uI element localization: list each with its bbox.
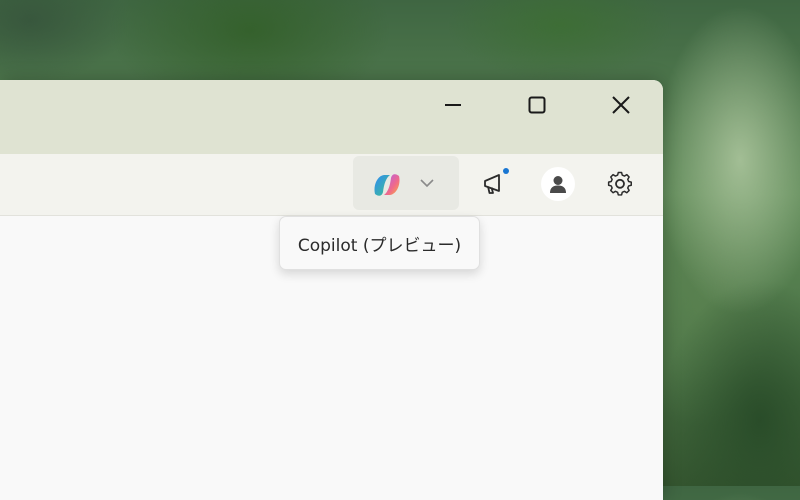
- avatar: [541, 167, 575, 201]
- maximize-icon: [528, 96, 546, 114]
- app-window: [0, 80, 663, 500]
- settings-button[interactable]: [600, 166, 640, 202]
- megaphone-icon: [484, 174, 500, 194]
- close-button[interactable]: [579, 80, 663, 130]
- maximize-button[interactable]: [495, 80, 579, 130]
- toolbar: [0, 154, 663, 216]
- notification-dot: [503, 168, 509, 174]
- person-icon: [550, 176, 566, 193]
- gear-icon: [607, 171, 632, 196]
- account-button[interactable]: [538, 166, 578, 202]
- copilot-button[interactable]: [353, 156, 459, 210]
- minimize-icon: [445, 104, 461, 106]
- copilot-logo-icon: [374, 174, 400, 196]
- title-bar: [0, 80, 663, 154]
- close-icon: [612, 96, 630, 114]
- announcements-button[interactable]: [475, 166, 515, 202]
- copilot-tooltip: Copilot (プレビュー): [279, 216, 480, 270]
- chevron-down-icon: [420, 179, 434, 188]
- minimize-button[interactable]: [411, 80, 495, 130]
